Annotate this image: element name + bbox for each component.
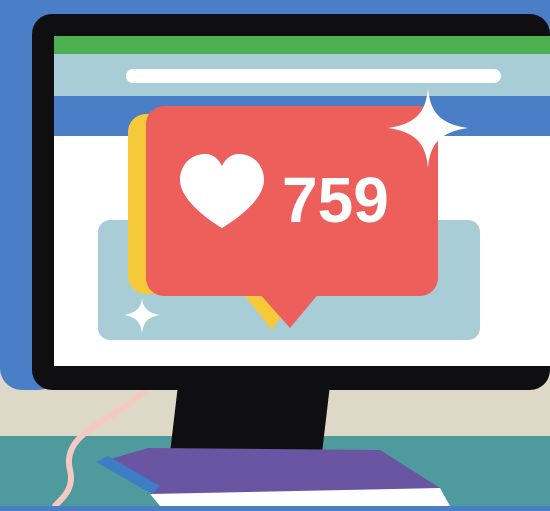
scene-svg [0, 0, 550, 509]
like-count: 759 [282, 164, 389, 236]
illustration-scene: 759 [0, 0, 550, 509]
browser-top-bar [54, 36, 550, 54]
address-bar [126, 69, 501, 83]
